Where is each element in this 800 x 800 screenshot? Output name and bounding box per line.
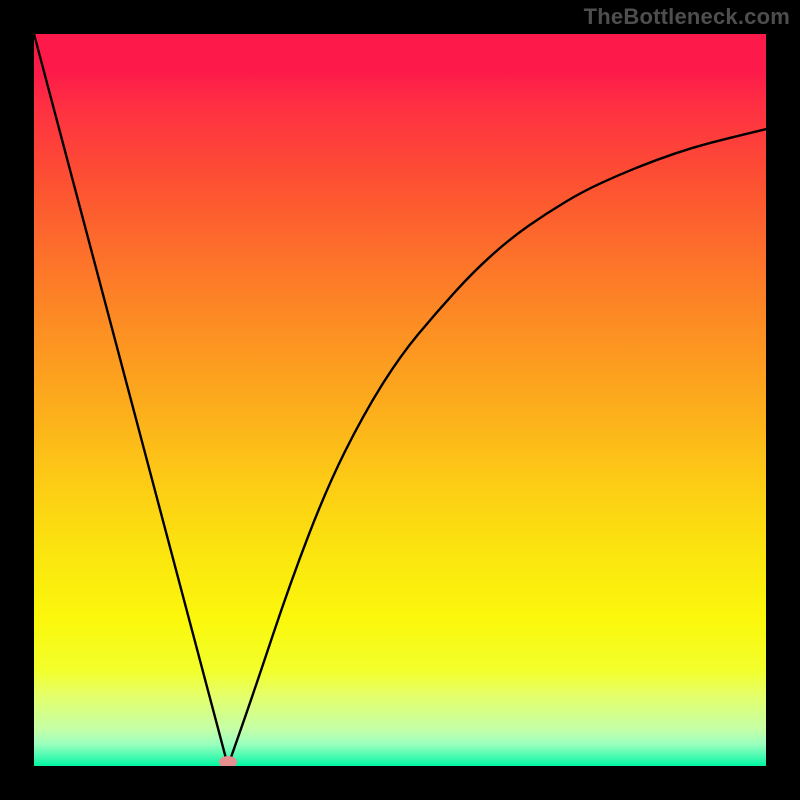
chart-container: TheBottleneck.com xyxy=(0,0,800,800)
watermark-text: TheBottleneck.com xyxy=(584,4,790,30)
curve-svg xyxy=(34,34,766,766)
curve-path xyxy=(34,34,766,766)
plot-area xyxy=(34,34,766,766)
minimum-marker xyxy=(219,756,237,766)
